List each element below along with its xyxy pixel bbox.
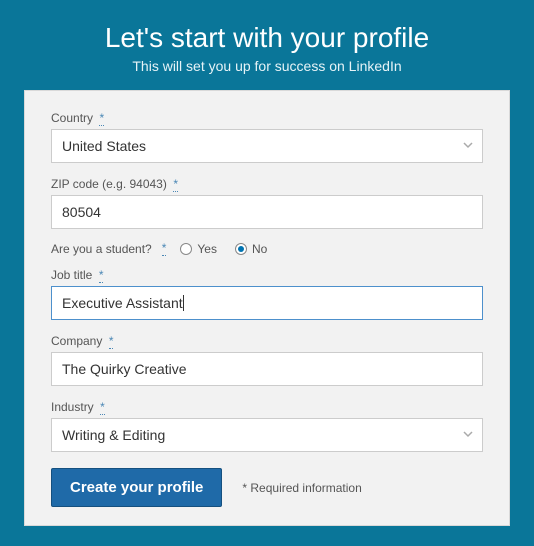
required-note: * Required information (242, 481, 361, 495)
radio-icon (180, 243, 192, 255)
required-indicator: * (100, 400, 105, 415)
page-header: Let's start with your profile This will … (0, 0, 534, 90)
required-indicator: * (109, 334, 114, 349)
company-value: The Quirky Creative (62, 361, 186, 377)
company-input[interactable]: The Quirky Creative (51, 352, 483, 386)
page-subtitle: This will set you up for success on Link… (20, 58, 514, 74)
profile-form-card: Country * United States ZIP code (e.g. 9… (24, 90, 510, 526)
field-industry: Industry * Writing & Editing (51, 398, 483, 452)
job-title-input[interactable]: Executive Assistant (51, 286, 483, 320)
required-indicator: * (173, 177, 178, 192)
field-zip: ZIP code (e.g. 94043) * 80504 (51, 175, 483, 229)
chevron-down-icon (462, 138, 474, 154)
zip-value: 80504 (62, 204, 101, 220)
page-title: Let's start with your profile (20, 22, 514, 54)
field-country: Country * United States (51, 109, 483, 163)
radio-icon (235, 243, 247, 255)
industry-value: Writing & Editing (62, 427, 165, 443)
required-indicator: * (99, 111, 104, 126)
country-label: Country (51, 111, 93, 125)
company-label: Company (51, 334, 102, 348)
industry-label: Industry (51, 400, 94, 414)
country-select[interactable]: United States (51, 129, 483, 163)
create-profile-button[interactable]: Create your profile (51, 468, 222, 507)
industry-select[interactable]: Writing & Editing (51, 418, 483, 452)
field-student: Are you a student? * Yes No (51, 241, 483, 256)
required-indicator: * (162, 241, 167, 256)
student-no-label: No (252, 242, 267, 256)
text-cursor (183, 295, 184, 311)
required-indicator: * (99, 268, 104, 283)
student-yes-option[interactable]: Yes (180, 242, 217, 256)
chevron-down-icon (462, 427, 474, 443)
form-footer: Create your profile * Required informati… (51, 468, 483, 507)
field-job-title: Job title * Executive Assistant (51, 266, 483, 320)
zip-label: ZIP code (e.g. 94043) (51, 177, 167, 191)
job-title-value: Executive Assistant (62, 295, 183, 311)
job-title-label: Job title (51, 268, 92, 282)
country-value: United States (62, 138, 146, 154)
student-no-option[interactable]: No (235, 242, 267, 256)
zip-input[interactable]: 80504 (51, 195, 483, 229)
student-yes-label: Yes (197, 242, 217, 256)
field-company: Company * The Quirky Creative (51, 332, 483, 386)
student-label: Are you a student? (51, 242, 152, 256)
